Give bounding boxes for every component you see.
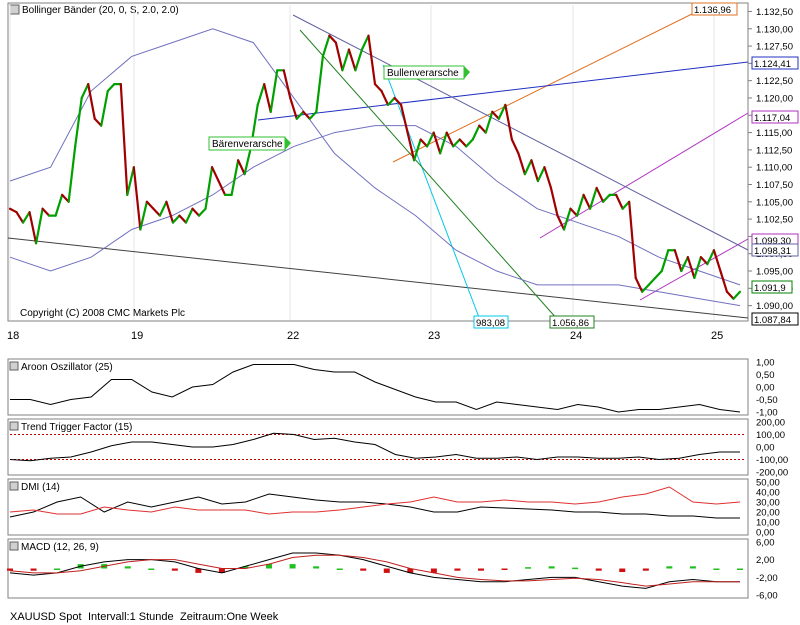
- price-tick-label: 1.122,50: [756, 76, 793, 87]
- macd-histogram-bar: [619, 568, 626, 573]
- macd-histogram-bar: [477, 568, 484, 571]
- date-tick-label: 18: [7, 330, 19, 342]
- panel-tick-label: -6,00: [756, 591, 778, 602]
- macd-histogram-bar: [313, 566, 320, 569]
- price-tag-label: 1.136,96: [694, 5, 731, 16]
- macd-histogram-bar: [595, 568, 602, 571]
- macd-histogram-bar: [7, 568, 13, 571]
- price-tick-label: 1.110,00: [756, 163, 792, 174]
- price-tick-label: 1.115,00: [756, 128, 792, 139]
- panel-frame: [7, 358, 749, 416]
- annotation-bullenverarsche: Bullenverarsche: [383, 65, 470, 80]
- footer-range: Zeitraum:One Week: [180, 611, 279, 623]
- price-panel-frame: [7, 2, 749, 322]
- macd-histogram-bar: [501, 568, 508, 570]
- price-tick-label: 1.105,00: [756, 197, 793, 208]
- macd-panel: MACD (12, 26, 9) 6,00 2,00 -2,00 -6,00: [7, 538, 778, 602]
- price-tick-label: 1.102,50: [756, 215, 793, 226]
- price-tag-label: 1.056,86: [552, 318, 589, 329]
- price-tag-label: 1.098,31: [754, 246, 791, 257]
- price-axis: 1.132,501.130,001.127,501.125,001.122,50…: [748, 7, 793, 312]
- panel-tick-label: 6,00: [756, 538, 775, 549]
- panel-tick-label: -100,00: [756, 455, 788, 466]
- price-tick-label: 1.130,00: [756, 24, 793, 35]
- panel-tick-label: 0,00: [756, 443, 775, 454]
- price-tick-label: 1.127,50: [756, 42, 793, 53]
- price-tick-label: 1.095,00: [756, 267, 793, 278]
- annotation-text: Bärenverarsche: [212, 139, 283, 150]
- panel-tick-label: 200,00: [756, 418, 785, 429]
- footer-symbol: XAUUSD Spot: [10, 611, 82, 623]
- macd-histogram-bar: [713, 568, 720, 570]
- panel-close-icon[interactable]: [9, 481, 19, 491]
- bollinger-label: Bollinger Bänder (20, 0, S, 2.0, 2.0): [22, 5, 179, 16]
- panel-tick-label: 0,00: [756, 383, 775, 394]
- date-tick-label: 19: [131, 330, 143, 342]
- annotation-baerenverarsche: Bärenverarsche: [208, 136, 291, 151]
- copyright-text: Copyright (C) 2008 CMC Markets Plc: [20, 308, 185, 319]
- macd-histogram-bar: [148, 568, 155, 570]
- dmi-panel: DMI (14) 50,0040,0030,0020,0010,000,00: [7, 478, 780, 539]
- macd-histogram-bar: [360, 568, 367, 571]
- macd-histogram-bar: [289, 564, 296, 569]
- macd-histogram-bar: [666, 566, 673, 569]
- price-tick-label: 1.090,00: [756, 301, 793, 312]
- annotation-text: Bullenverarsche: [387, 68, 459, 79]
- panel-label: Trend Trigger Factor (15): [21, 422, 132, 433]
- macd-histogram-bar: [548, 566, 555, 569]
- date-tick-label: 22: [287, 330, 299, 342]
- panel-frame: [7, 478, 749, 536]
- macd-histogram-bar: [171, 568, 178, 571]
- price-tick-label: 1.120,00: [756, 93, 793, 104]
- price-tick-label: 1.132,50: [756, 7, 793, 18]
- panel-label: Aroon Oszillator (25): [21, 362, 113, 373]
- macd-histogram-bar: [525, 567, 532, 569]
- date-tick-label: 24: [570, 330, 582, 342]
- footer-interval: Intervall:1 Stunde: [88, 611, 174, 623]
- macd-histogram-bar: [383, 568, 390, 573]
- panel-close-icon[interactable]: [9, 4, 20, 15]
- date-axis: 18 19 22 23 24 25: [7, 330, 723, 342]
- macd-histogram-bar: [737, 568, 743, 570]
- macd-histogram-bar: [572, 567, 579, 570]
- chart-canvas: Bollinger Bänder (20, 0, S, 2.0, 2.0) Bä…: [7, 2, 799, 623]
- panel-close-icon[interactable]: [9, 421, 19, 431]
- panel-close-icon[interactable]: [9, 541, 19, 551]
- panel-frame: [7, 538, 749, 599]
- ttf-panel: Trend Trigger Factor (15) 200,00100,00 0,0…: [7, 418, 788, 479]
- price-tag-label: 1.117,04: [754, 113, 790, 124]
- macd-histogram-bar: [54, 568, 61, 570]
- panel-close-icon[interactable]: [9, 361, 19, 371]
- panel-tick-label: -2,00: [756, 573, 778, 584]
- date-tick-label: 25: [711, 330, 723, 342]
- macd-histogram-bar: [124, 566, 131, 569]
- panel-label: MACD (12, 26, 9): [21, 542, 99, 553]
- price-tag-label: 1.124,41: [754, 59, 791, 70]
- date-tick-label: 23: [428, 330, 440, 342]
- panel-tick-label: 0,50: [756, 370, 775, 381]
- macd-histogram-bar: [336, 568, 343, 570]
- price-tag-label: 1.087,84: [754, 315, 791, 326]
- panel-label: DMI (14): [21, 482, 60, 493]
- aroon-panel: Aroon Oszillator (25) 1,000,500,00-0,50-1…: [7, 358, 778, 419]
- price-tag-label: 1.091,9: [754, 283, 786, 294]
- panel-tick-label: -0,50: [756, 395, 778, 406]
- panel-tick-label: 1,00: [756, 358, 775, 369]
- price-tick-label: 1.112,50: [756, 145, 792, 156]
- macd-histogram-bar: [454, 568, 461, 571]
- panel-tick-label: 100,00: [756, 430, 785, 441]
- macd-histogram-bar: [30, 568, 37, 571]
- macd-histogram-bar: [642, 568, 649, 571]
- price-tag-label: 983,08: [476, 318, 505, 329]
- macd-histogram-bar: [689, 566, 696, 569]
- price-tick-label: 1.107,50: [756, 180, 793, 191]
- panel-tick-label: 2,00: [756, 555, 775, 566]
